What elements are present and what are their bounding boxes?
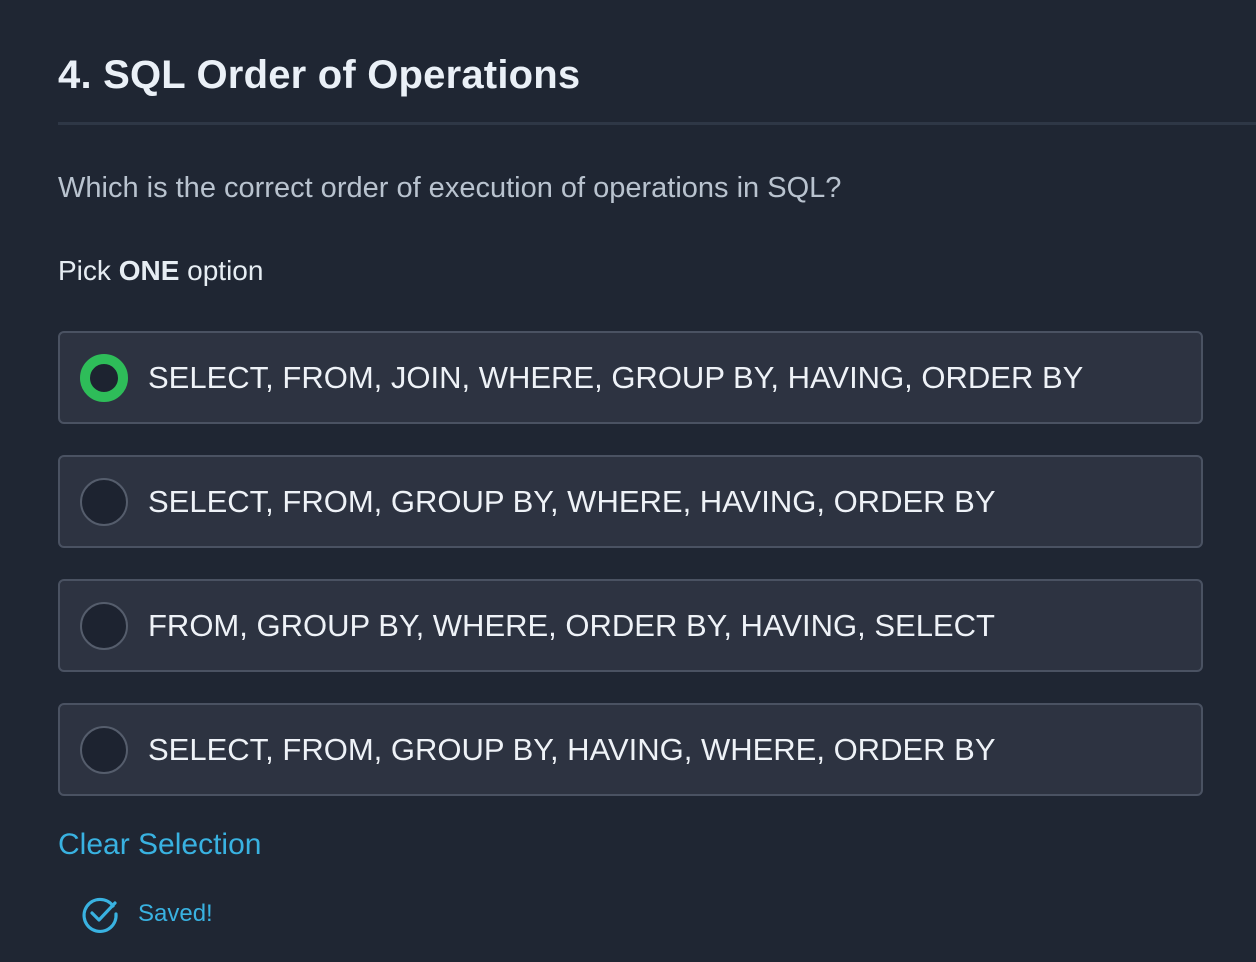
answer-options: SELECT, FROM, JOIN, WHERE, GROUP BY, HAV…: [58, 331, 1203, 827]
answer-option-4[interactable]: SELECT, FROM, GROUP BY, HAVING, WHERE, O…: [58, 703, 1203, 796]
radio-button[interactable]: [80, 477, 128, 526]
title-divider: [58, 122, 1256, 125]
radio-button[interactable]: [80, 601, 128, 650]
answer-option-1[interactable]: SELECT, FROM, JOIN, WHERE, GROUP BY, HAV…: [58, 331, 1203, 424]
answer-option-label: FROM, GROUP BY, WHERE, ORDER BY, HAVING,…: [148, 607, 995, 643]
instruction-suffix: option: [179, 255, 264, 286]
radio-button[interactable]: [80, 725, 128, 774]
radio-button-selected[interactable]: [80, 353, 128, 402]
saved-label: Saved!: [138, 900, 213, 927]
question-prompt: Which is the correct order of execution …: [58, 172, 842, 204]
answer-option-3[interactable]: FROM, GROUP BY, WHERE, ORDER BY, HAVING,…: [58, 579, 1203, 672]
question-title: 4. SQL Order of Operations: [58, 53, 581, 97]
instruction-prefix: Pick: [58, 255, 119, 286]
answer-option-label: SELECT, FROM, GROUP BY, WHERE, HAVING, O…: [148, 483, 996, 519]
answer-option-label: SELECT, FROM, JOIN, WHERE, GROUP BY, HAV…: [148, 359, 1084, 395]
check-circle-icon: [82, 897, 118, 934]
question-panel: 4. SQL Order of Operations Which is the …: [58, 0, 1256, 962]
answer-instruction: Pick ONE option: [58, 252, 263, 290]
saved-status: Saved!: [80, 894, 213, 934]
clear-selection-link[interactable]: Clear Selection: [58, 824, 261, 866]
instruction-emphasis: ONE: [118, 255, 180, 286]
answer-option-label: SELECT, FROM, GROUP BY, HAVING, WHERE, O…: [148, 731, 996, 767]
answer-option-2[interactable]: SELECT, FROM, GROUP BY, WHERE, HAVING, O…: [58, 455, 1203, 548]
